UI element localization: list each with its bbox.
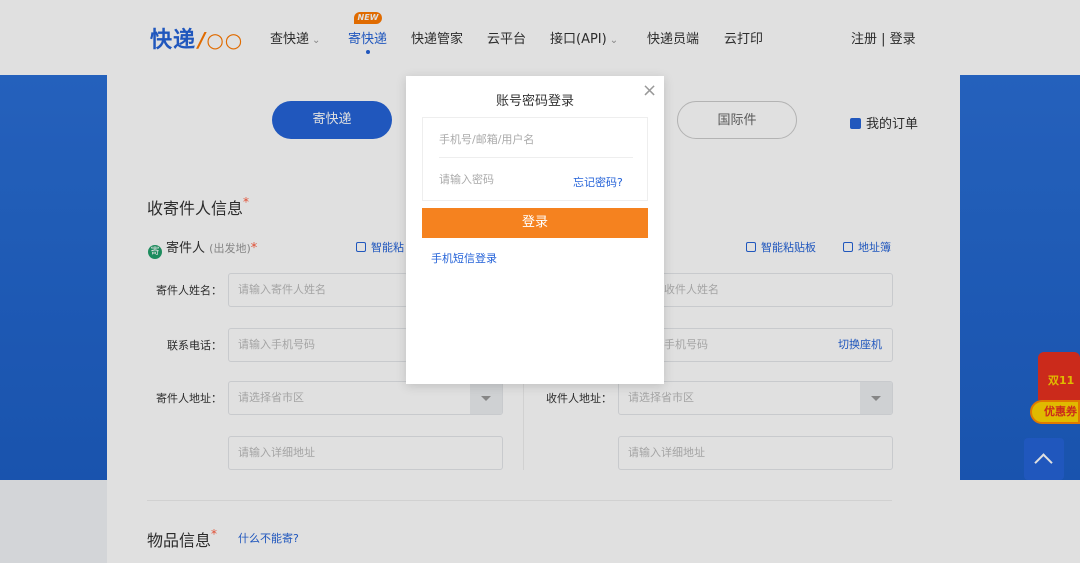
login-modal: 账号密码登录 × 手机号/邮箱/用户名 请输入密码 忘记密码? 登录 手机短信登… xyxy=(406,76,664,384)
modal-title: 账号密码登录 xyxy=(495,94,574,109)
close-icon[interactable]: × xyxy=(642,80,657,101)
login-button[interactable]: 登录 xyxy=(422,208,648,238)
account-input[interactable]: 手机号/邮箱/用户名 xyxy=(439,122,633,158)
login-form-box: 手机号/邮箱/用户名 请输入密码 忘记密码? xyxy=(422,117,648,201)
sms-login-link[interactable]: 手机短信登录 xyxy=(431,250,497,266)
forgot-password-link[interactable]: 忘记密码? xyxy=(573,174,623,190)
